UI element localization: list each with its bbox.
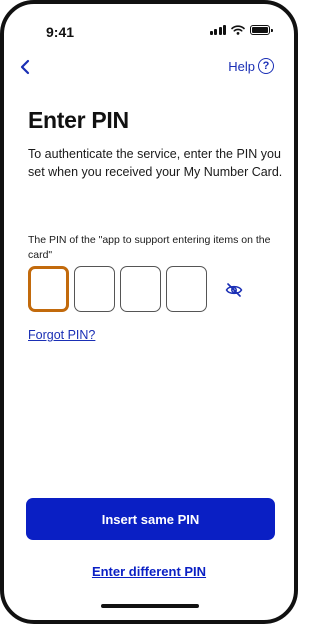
pin-digit-2[interactable] — [74, 266, 115, 312]
pin-field-label: The PIN of the "app to support entering … — [28, 234, 271, 261]
pin-digit-1[interactable] — [28, 266, 69, 312]
chevron-left-icon — [20, 59, 30, 75]
pin-input-group — [28, 266, 207, 312]
eye-slash-icon — [225, 283, 243, 297]
help-icon: ? — [258, 58, 274, 74]
pin-digit-4[interactable] — [166, 266, 207, 312]
enter-different-pin-link[interactable]: Enter different PIN — [4, 564, 294, 579]
phone-frame: 9:41 Help ? Enter PIN To authenticate th… — [0, 0, 298, 624]
show-pin-toggle[interactable] — [223, 280, 245, 300]
status-icons — [209, 25, 273, 35]
description-text: To authenticate the service, enter the P… — [28, 147, 283, 179]
wifi-icon — [231, 25, 245, 35]
help-button[interactable]: Help ? — [228, 58, 274, 74]
battery-icon — [250, 25, 273, 35]
home-indicator[interactable] — [101, 604, 199, 608]
help-label: Help — [228, 58, 255, 74]
status-bar: 9:41 — [4, 4, 294, 48]
forgot-pin-link[interactable]: Forgot PIN? — [28, 328, 95, 342]
pin-digit-3[interactable] — [120, 266, 161, 312]
back-button[interactable] — [14, 56, 36, 78]
insert-same-pin-button[interactable]: Insert same PIN — [26, 498, 275, 540]
signal-icon — [209, 25, 226, 35]
status-time: 9:41 — [46, 24, 75, 40]
page-title: Enter PIN — [28, 107, 129, 133]
